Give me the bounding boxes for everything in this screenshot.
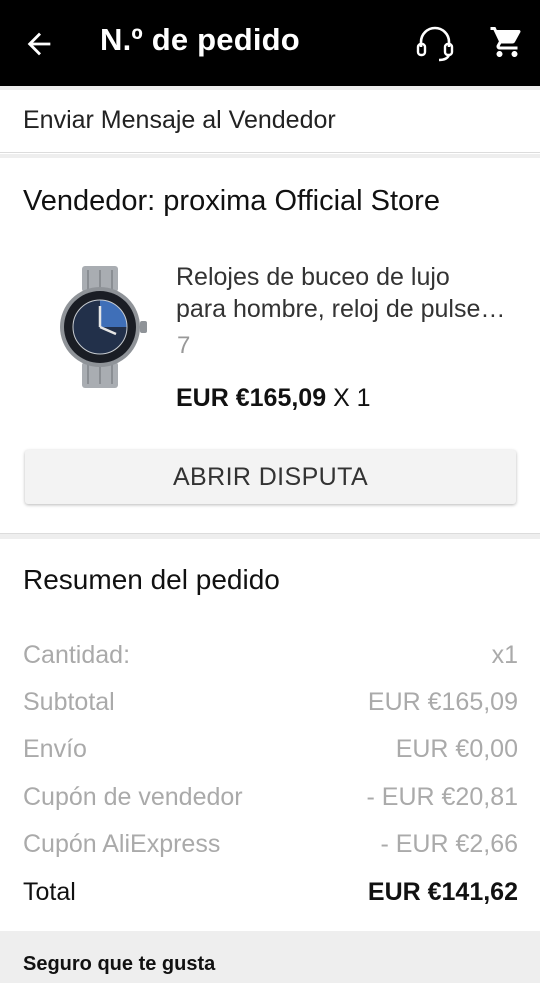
seller-name[interactable]: Vendedor: proxima Official Store — [23, 185, 440, 218]
recommendations-title: Seguro que te gusta — [23, 953, 216, 975]
summary-value: EUR €165,09 — [367, 687, 518, 716]
price-value: EUR €165,09 — [176, 384, 327, 412]
headset-icon[interactable] — [414, 23, 456, 63]
quantity-value: X 1 — [333, 384, 371, 412]
arrow-left-icon[interactable] — [22, 27, 56, 61]
cart-icon[interactable] — [489, 24, 525, 60]
seller-card: Vendedor: proxima Official Store Relojes… — [0, 158, 540, 534]
open-dispute-button[interactable]: ABRIR DISPUTA — [25, 450, 516, 504]
product-variant: 7 — [177, 332, 191, 359]
summary-value: EUR €0,00 — [395, 734, 518, 763]
summary-label: Subtotal — [23, 687, 115, 716]
summary-label: Cantidad: — [23, 640, 131, 669]
recommendations-header: Seguro que te gusta — [0, 931, 540, 983]
summary-value: - EUR €2,66 — [380, 829, 518, 858]
message-seller-row[interactable]: Enviar Mensaje al Vendedor — [0, 90, 540, 153]
summary-row-subtotal: Subtotal EUR €165,09 — [23, 685, 518, 719]
page-title: N.º de pedido — [100, 22, 300, 57]
order-summary-card: Resumen del pedido Cantidad: x1 Subtotal… — [0, 539, 540, 931]
message-seller-label: Enviar Mensaje al Vendedor — [23, 106, 336, 134]
summary-label: Cupón de vendedor — [23, 782, 243, 811]
product-title-line: para hombre, reloj de pulse… — [176, 295, 506, 323]
product-price: EUR €165,09 X 1 — [176, 384, 371, 413]
top-app-bar: N.º de pedido — [0, 0, 540, 86]
product-title[interactable]: Relojes de buceo de lujo para hombre, re… — [176, 261, 521, 325]
summary-label: Envío — [23, 734, 87, 763]
summary-row-total: Total EUR €141,62 — [23, 875, 518, 909]
summary-title: Resumen del pedido — [23, 564, 280, 595]
total-label: Total — [23, 877, 76, 906]
summary-value: - EUR €20,81 — [366, 782, 518, 811]
product-title-line: Relojes de buceo de lujo — [176, 263, 450, 291]
summary-row-seller-coupon: Cupón de vendedor - EUR €20,81 — [23, 780, 518, 814]
summary-row-aliexpress-coupon: Cupón AliExpress - EUR €2,66 — [23, 827, 518, 861]
wristwatch-image[interactable] — [42, 264, 160, 390]
summary-value: x1 — [491, 640, 518, 669]
summary-row-shipping: Envío EUR €0,00 — [23, 732, 518, 766]
summary-label: Cupón AliExpress — [23, 829, 221, 858]
total-value: EUR €141,62 — [367, 877, 518, 906]
summary-row-quantity: Cantidad: x1 — [23, 638, 518, 672]
